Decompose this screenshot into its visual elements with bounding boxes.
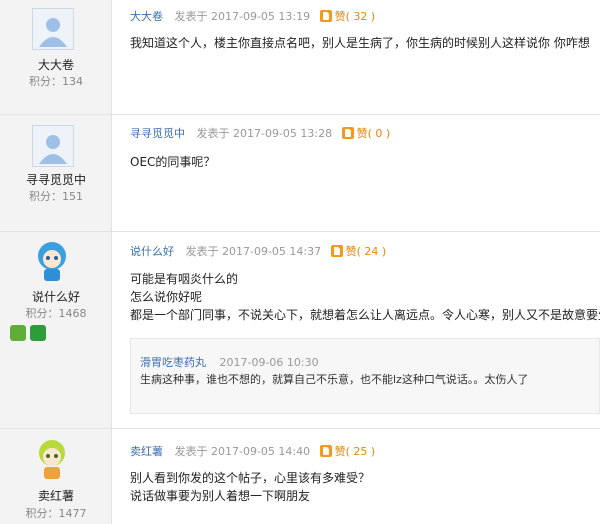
reply-box: 滑胃吃枣药丸 2017-09-06 10:30 生病这种事，谁也不想的，就算自己… bbox=[130, 338, 600, 414]
user-sidebar: 卖红薯 积分：1477 bbox=[0, 429, 112, 524]
content-line: 怎么说你好呢 bbox=[130, 290, 203, 304]
post-header: 寻寻觅觅中 发表于 2017-09-05 13:28 赞( 0 ) bbox=[130, 125, 390, 141]
like-button[interactable]: 赞( 32 ) bbox=[319, 10, 376, 23]
username[interactable]: 卖红薯 bbox=[0, 487, 112, 504]
post: 卖红薯 积分：1477 卖红薯 发表于 2017-09-05 14:40 赞( … bbox=[0, 429, 600, 524]
score: 积分：1468 bbox=[0, 305, 112, 321]
score-value: 151 bbox=[62, 190, 83, 203]
medal-badge-icon[interactable] bbox=[30, 325, 46, 341]
posted-prefix: 发表于 bbox=[185, 245, 219, 258]
reply-header: 滑胃吃枣药丸 2017-09-06 10:30 bbox=[140, 354, 319, 370]
score-label: 积分： bbox=[29, 190, 62, 203]
like-count: ( 25 ) bbox=[345, 445, 376, 458]
avatar[interactable] bbox=[32, 125, 74, 167]
avatar[interactable] bbox=[32, 438, 72, 479]
post-header: 大大卷 发表于 2017-09-05 13:19 赞( 32 ) bbox=[130, 8, 375, 24]
content-line: 别人看到你发的这个帖子，心里该有多难受？ bbox=[130, 471, 371, 485]
content-line: 说话做事要为别人着想一下啊朋友 bbox=[130, 489, 311, 503]
score-value: 1477 bbox=[58, 507, 87, 520]
post-time: 2017-09-05 14:40 bbox=[211, 445, 311, 458]
thumbs-up-icon bbox=[341, 127, 354, 139]
thumbs-up-icon bbox=[319, 445, 332, 457]
like-count: ( 0 ) bbox=[367, 127, 391, 140]
content-line: OEC的同事呢？ bbox=[130, 155, 216, 169]
user-sidebar: 寻寻觅觅中 积分：151 bbox=[0, 115, 112, 231]
thumbs-up-icon bbox=[330, 245, 343, 257]
default-avatar-icon bbox=[33, 9, 73, 49]
post-time: 2017-09-05 13:28 bbox=[233, 127, 333, 140]
post-header: 卖红薯 发表于 2017-09-05 14:40 赞( 25 ) bbox=[130, 443, 375, 459]
post-content: 我知道这个人，楼主你直接点名吧，别人是生病了，你生病的时候别人这样说你 你咋想 bbox=[130, 34, 590, 52]
avatar[interactable] bbox=[32, 240, 72, 281]
post-header: 说什么好 发表于 2017-09-05 14:37 赞( 24 ) bbox=[130, 243, 386, 259]
reply-text: 生病这种事，谁也不想的，就算自己不乐意，也不能lz这种口气说话。。太伤人了 bbox=[140, 373, 529, 386]
score: 积分：134 bbox=[0, 73, 112, 89]
avatar[interactable] bbox=[32, 8, 74, 50]
like-count: ( 32 ) bbox=[345, 10, 376, 23]
post-content: OEC的同事呢？ bbox=[130, 153, 215, 171]
score-label: 积分： bbox=[25, 307, 59, 320]
like-label: 赞 bbox=[356, 127, 368, 140]
like-button[interactable]: 赞( 24 ) bbox=[330, 245, 387, 258]
like-button[interactable]: 赞( 25 ) bbox=[319, 445, 376, 458]
content-line: 都是一个部门同事，不说关心下，就想着怎么让人离远点。令人心寒，别人又不是故意要生… bbox=[130, 308, 600, 322]
like-count: ( 24 ) bbox=[356, 245, 387, 258]
username[interactable]: 大大卷 bbox=[0, 56, 112, 73]
cartoon-avatar-icon bbox=[39, 440, 65, 479]
score: 积分：1477 bbox=[0, 505, 112, 521]
post-author-link[interactable]: 说什么好 bbox=[130, 245, 174, 258]
thumbs-up-icon bbox=[319, 10, 332, 22]
like-label: 赞 bbox=[334, 10, 346, 23]
posted-prefix: 发表于 bbox=[174, 10, 208, 23]
score-label: 积分： bbox=[29, 75, 62, 88]
posted-prefix: 发表于 bbox=[174, 445, 208, 458]
user-sidebar: 大大卷 积分：134 bbox=[0, 0, 112, 114]
score-value: 134 bbox=[62, 75, 83, 88]
username[interactable]: 寻寻觅觅中 bbox=[0, 171, 112, 188]
post-author-link[interactable]: 卖红薯 bbox=[130, 445, 163, 458]
post: 寻寻觅觅中 积分：151 寻寻觅觅中 发表于 2017-09-05 13:28 … bbox=[0, 115, 600, 232]
post: 大大卷 积分：134 大大卷 发表于 2017-09-05 13:19 赞( 3… bbox=[0, 0, 600, 115]
score: 积分：151 bbox=[0, 188, 112, 204]
score-value: 1468 bbox=[58, 307, 87, 320]
content-line: 我知道这个人，楼主你直接点名吧，别人是生病了，你生病的时候别人这样说你 你咋想 bbox=[130, 36, 590, 50]
post: 说什么好 积分：1468 说什么好 发表于 2017-09-05 14:37 赞… bbox=[0, 232, 600, 429]
post-content: 别人看到你发的这个帖子，心里该有多难受？ 说话做事要为别人着想一下啊朋友 bbox=[130, 469, 370, 505]
content-line: 可能是有咽炎什么的 bbox=[130, 272, 239, 286]
user-sidebar: 说什么好 积分：1468 bbox=[0, 232, 112, 428]
default-avatar-icon bbox=[33, 126, 73, 166]
like-label: 赞 bbox=[345, 245, 357, 258]
posted-prefix: 发表于 bbox=[196, 127, 230, 140]
post-author-link[interactable]: 寻寻觅觅中 bbox=[130, 127, 185, 140]
post-time: 2017-09-05 13:19 bbox=[211, 10, 311, 23]
score-label: 积分： bbox=[25, 507, 59, 520]
username[interactable]: 说什么好 bbox=[0, 288, 112, 305]
like-button[interactable]: 赞( 0 ) bbox=[341, 127, 391, 140]
reply-author-link[interactable]: 滑胃吃枣药丸 bbox=[140, 356, 206, 369]
like-label: 赞 bbox=[334, 445, 346, 458]
reply-time: 2017-09-06 10:30 bbox=[219, 356, 319, 369]
rank-badge-icon[interactable] bbox=[10, 325, 26, 341]
cartoon-avatar-icon bbox=[38, 242, 66, 281]
post-time: 2017-09-05 14:37 bbox=[222, 245, 322, 258]
post-content: 可能是有咽炎什么的 怎么说你好呢 都是一个部门同事，不说关心下，就想着怎么让人离… bbox=[130, 270, 600, 324]
post-author-link[interactable]: 大大卷 bbox=[130, 10, 163, 23]
